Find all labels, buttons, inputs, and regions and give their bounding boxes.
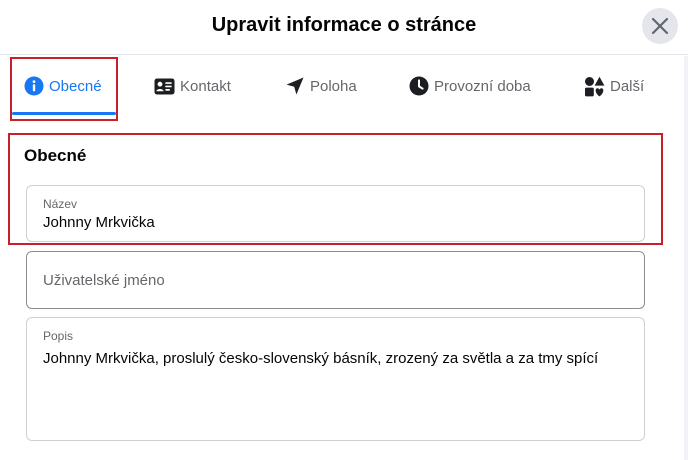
clock-icon bbox=[409, 76, 429, 96]
tab-contact-label: Kontakt bbox=[180, 77, 231, 95]
tab-location[interactable]: Poloha bbox=[285, 56, 357, 116]
description-field[interactable]: Popis Johnny Mrkvička, proslulý česko-sl… bbox=[26, 317, 645, 441]
location-arrow-icon bbox=[286, 77, 304, 95]
tab-more[interactable]: Další bbox=[584, 56, 644, 116]
tab-general[interactable]: Obecné bbox=[24, 56, 102, 116]
edit-page-info-dialog: Upravit informace o stránce Obecné Konta… bbox=[0, 0, 688, 460]
name-field-label: Název bbox=[43, 197, 78, 211]
dialog-title: Upravit informace o stránce bbox=[211, 14, 477, 36]
tab-more-label: Další bbox=[610, 77, 645, 95]
description-field-label: Popis bbox=[43, 329, 74, 343]
tab-contact[interactable]: Kontakt bbox=[154, 56, 231, 116]
description-field-value[interactable]: Johnny Mrkvička, proslulý česko-slovensk… bbox=[43, 350, 598, 367]
tab-general-label: Obecné bbox=[49, 77, 102, 95]
info-icon bbox=[24, 76, 44, 96]
username-field-placeholder: Uživatelské jméno bbox=[43, 272, 165, 289]
tab-opening-hours-label: Provozní doba bbox=[434, 77, 531, 95]
contact-card-icon bbox=[154, 78, 175, 94]
section-heading: Obecné bbox=[24, 146, 87, 165]
active-tab-indicator bbox=[12, 112, 116, 115]
tab-location-label: Poloha bbox=[310, 77, 357, 95]
username-field[interactable]: Uživatelské jméno bbox=[26, 251, 645, 309]
name-field[interactable]: Název Johnny Mrkvička bbox=[26, 185, 645, 242]
dialog-header: Upravit informace o stránce bbox=[0, 0, 688, 55]
name-field-value[interactable]: Johnny Mrkvička bbox=[43, 214, 155, 231]
tab-bar: Obecné Kontakt Poloha Provozní doba Dalš… bbox=[0, 56, 688, 116]
close-icon bbox=[651, 17, 669, 35]
close-button[interactable] bbox=[642, 8, 678, 44]
scrollbar[interactable] bbox=[684, 56, 688, 460]
shapes-icon bbox=[585, 76, 605, 96]
tab-opening-hours[interactable]: Provozní doba bbox=[409, 56, 531, 116]
